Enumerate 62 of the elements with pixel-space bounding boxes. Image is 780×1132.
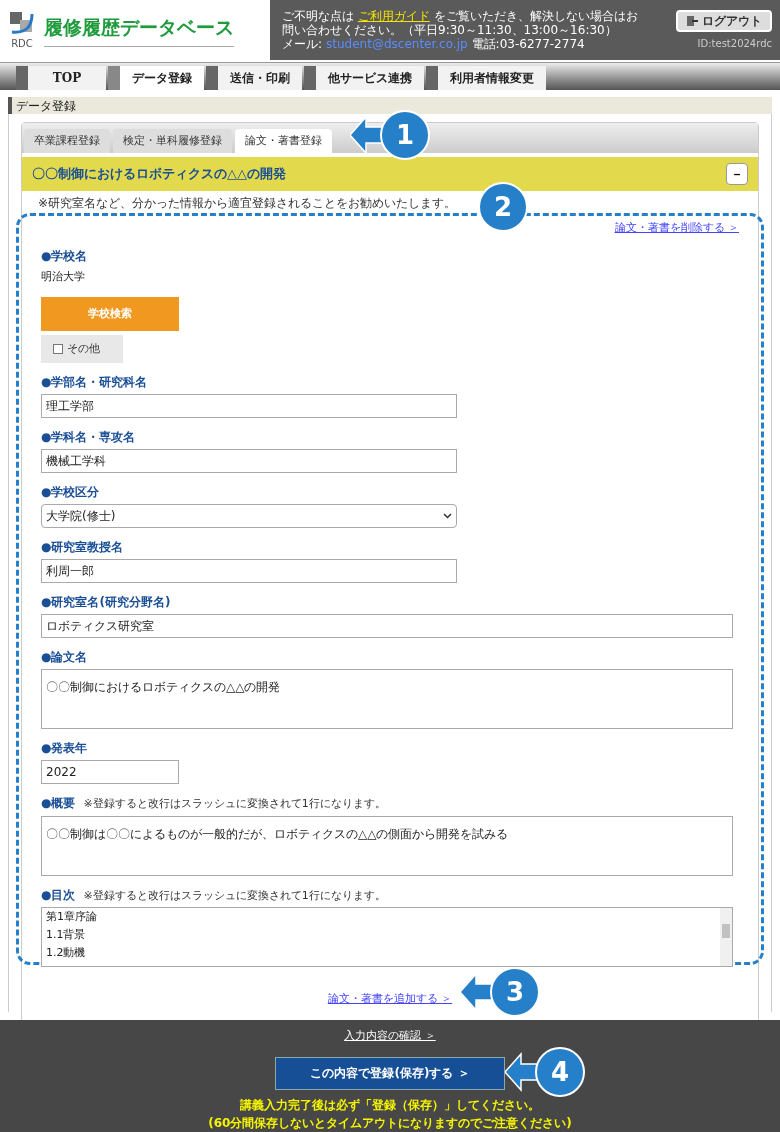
nav-tab[interactable]: データ登録	[108, 66, 204, 90]
logout-button[interactable]: ログアウト	[676, 9, 772, 32]
logo-subtitle: RDC	[11, 36, 33, 51]
confirm-link[interactable]: 入力内容の確認 ＞	[344, 1028, 436, 1045]
chevron-down-icon	[443, 513, 452, 519]
collapse-button[interactable]: －	[726, 163, 748, 185]
textarea-line: 1.1背景	[46, 927, 87, 943]
text-field[interactable]: 2022	[41, 760, 179, 784]
checkbox-label: その他	[67, 340, 100, 357]
textarea-text: 〇〇制御におけるロボティクスの△△の開発	[46, 680, 281, 694]
field-label: ●学校区分	[41, 484, 100, 501]
text-field[interactable]: 理工学部	[41, 394, 457, 418]
user-id: ID:test2024rdc	[697, 36, 772, 51]
guide-link[interactable]: ご利用ガイド	[357, 9, 430, 23]
text-field[interactable]: 利周一郎	[41, 559, 457, 583]
section-title: データ登録	[16, 97, 76, 115]
nav-tab[interactable]: TOP	[16, 66, 106, 90]
notice-text: ご不明な点は ご利用ガイド をご覧いただき、解決しない場合はお問い合わせください。（平日9:30～11:30、13:00～16:30）	[282, 9, 639, 37]
field-label: ●発表年	[41, 740, 88, 757]
field-label: ●目次	[41, 886, 76, 904]
add-link[interactable]: 論文・著書を追加する ＞	[327, 991, 453, 1008]
callout-number: 3	[490, 967, 540, 1017]
textarea-field[interactable]: 〇〇制御におけるロボティクスの△△の開発	[41, 669, 733, 729]
logo-title: 履修履歴データベース	[44, 13, 234, 47]
logout-icon	[686, 14, 698, 27]
mail-label: メール:	[282, 37, 323, 51]
text-field[interactable]: ロボティクス研究室	[41, 614, 733, 638]
callout-number: 2	[478, 182, 528, 232]
field-label: ●研究室名(研究分野名)	[41, 594, 171, 611]
hint-text: ※研究室名など、分かった情報から適宜登録されることをお勧めいたします。	[38, 195, 457, 212]
field-label: ●概要	[41, 795, 76, 812]
textarea-field[interactable]: 〇〇制御は〇〇によるものが一般的だが、ロボティクスの△△の側面から開発を試みる	[41, 815, 733, 876]
field-label: ●研究室教授名	[41, 539, 124, 556]
field-label: ●論文名	[41, 649, 88, 666]
save-button[interactable]: この内容で登録(保存)する ＞	[275, 1056, 505, 1090]
nav-tab[interactable]: 利用者情報変更	[426, 66, 546, 90]
field-note: ※登録すると改行はスラッシュに変換されて1行になります。	[83, 887, 386, 904]
textarea-line: 第1章序論	[46, 909, 98, 925]
textarea-field[interactable]: 第1章序論 1.1背景 1.2動機	[41, 907, 733, 967]
textarea-line: 1.2動機	[46, 945, 87, 961]
record-title: 〇〇制御におけるロボティクスの△△の開発	[32, 165, 286, 184]
field-label: ●学校名	[41, 247, 89, 265]
phone-text: 電話:03-6277-2774	[471, 37, 585, 51]
tab[interactable]: 論文・著書登録	[235, 129, 332, 153]
textarea-text: 〇〇制御は〇〇によるものが一般的だが、ロボティクスの△△の側面から開発を試みる	[46, 826, 509, 841]
checkbox[interactable]	[53, 344, 63, 354]
nav-tab[interactable]: 送信・印刷	[206, 66, 302, 90]
select-field[interactable]: 大学院(修士)	[41, 504, 457, 528]
text-field[interactable]: 機械工学科	[41, 449, 457, 473]
field-label: ●学部名・研究科名	[41, 374, 148, 391]
timeout-note: (60分間保存しないとタイムアウトになりますのでご注意ください)	[208, 1115, 572, 1132]
scrollbar	[720, 908, 732, 966]
arrow-icon	[505, 1052, 539, 1092]
nav-tab[interactable]: 他サービス連携	[304, 66, 424, 90]
warning-text: 講義入力完了後は必ず「登録（保存）」してください。	[240, 1097, 540, 1114]
field-note: ※登録すると改行はスラッシュに変換されて1行になります。	[83, 796, 386, 812]
logo-icon	[8, 9, 36, 36]
delete-link[interactable]: 論文・著書を削除する ＞	[614, 220, 739, 237]
field-label: ●学科名・専攻名	[41, 429, 136, 446]
school-value: 明治大学	[41, 268, 86, 285]
tab[interactable]: 卒業課程登録	[24, 129, 110, 153]
tab[interactable]: 検定・単科履修登録	[113, 129, 232, 153]
